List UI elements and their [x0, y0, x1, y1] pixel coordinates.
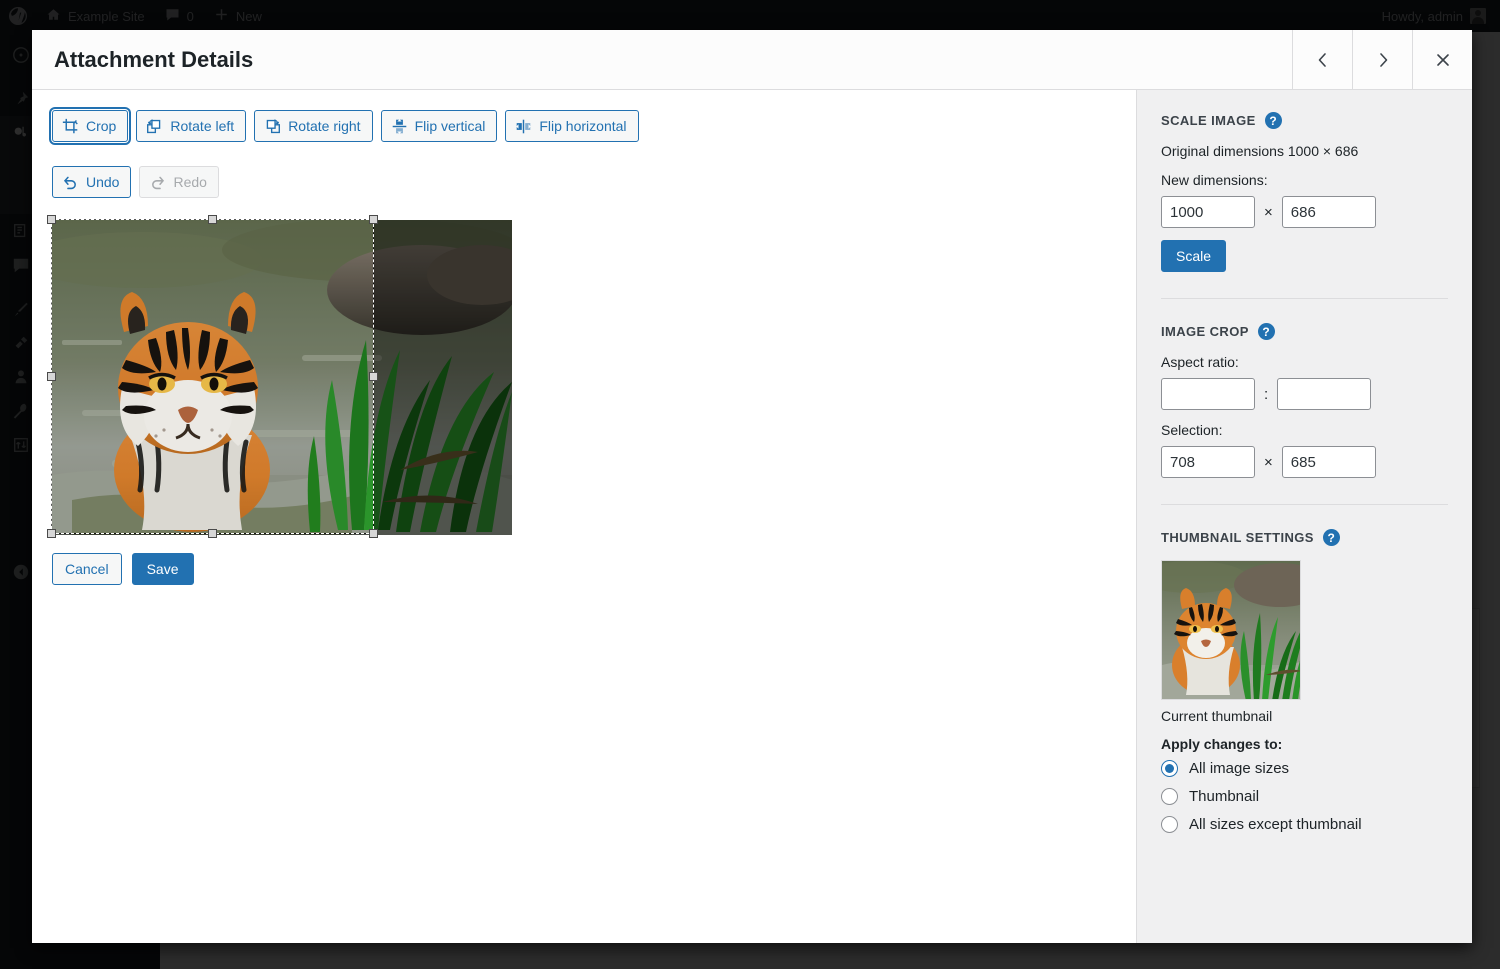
undo-button[interactable]: Undo — [52, 166, 132, 198]
help-icon[interactable]: ? — [1257, 323, 1275, 340]
radio-all-image-sizes[interactable]: All image sizes — [1161, 760, 1448, 777]
save-button[interactable]: Save — [131, 553, 194, 585]
chevron-right-icon — [1379, 52, 1387, 67]
crop-handle-w[interactable] — [47, 371, 56, 381]
scale-image-heading-label: SCALE IMAGE — [1161, 113, 1256, 128]
scale-button[interactable]: Scale — [1161, 240, 1227, 272]
radio-label: All image sizes — [1189, 760, 1290, 777]
radio-label: All sizes except thumbnail — [1189, 816, 1362, 833]
divider — [1161, 298, 1448, 299]
radio-all-sizes-except-thumbnail[interactable]: All sizes except thumbnail — [1161, 816, 1448, 833]
redo-button-label: Redo — [173, 174, 207, 190]
apply-changes-label: Apply changes to: — [1161, 736, 1283, 752]
flip-horizontal-button[interactable]: Flip horizontal — [505, 110, 639, 142]
undo-button-label: Undo — [86, 174, 120, 190]
rotate-left-button[interactable]: Rotate left — [136, 110, 247, 142]
radio-indicator[interactable] — [1161, 760, 1178, 777]
radio-indicator[interactable] — [1161, 788, 1178, 805]
crop-selection-box[interactable] — [47, 215, 378, 538]
thumbnail-settings-heading: THUMBNAIL SETTINGS ? — [1161, 529, 1448, 546]
scale-separator: × — [1264, 203, 1273, 221]
radio-thumbnail[interactable]: Thumbnail — [1161, 788, 1448, 805]
crop-handle-se[interactable] — [369, 529, 378, 538]
attachment-details-modal: Attachment Details Crop Rotate left Rota… — [32, 30, 1472, 943]
selection-height-input[interactable] — [1281, 446, 1376, 478]
modal-body: Crop Rotate left Rotate right Flip verti… — [32, 90, 1472, 943]
help-icon[interactable]: ? — [1322, 529, 1340, 546]
image-settings-pane: SCALE IMAGE ? Original dimensions 1000 ×… — [1136, 90, 1472, 943]
crop-button[interactable]: Crop — [52, 110, 129, 142]
thumbnail-tiger-image — [1162, 561, 1300, 699]
chevron-left-icon — [1318, 52, 1326, 67]
scale-width-input[interactable] — [1161, 196, 1255, 228]
radio-indicator[interactable] — [1161, 816, 1178, 833]
image-crop-heading-label: IMAGE CROP — [1161, 324, 1249, 339]
close-icon — [1436, 53, 1449, 66]
rotate-left-icon — [147, 119, 161, 133]
scale-height-input[interactable] — [1281, 196, 1376, 228]
crop-handle-e[interactable] — [369, 371, 378, 381]
divider — [1161, 504, 1448, 505]
image-editor-pane: Crop Rotate left Rotate right Flip verti… — [32, 90, 1136, 943]
radio-label: Thumbnail — [1189, 788, 1260, 805]
flip-horizontal-label: Flip horizontal — [539, 118, 627, 134]
previous-media-button[interactable] — [1292, 30, 1352, 89]
image-editor-toolbar: Crop Rotate left Rotate right Flip verti… — [52, 110, 812, 198]
new-dimensions-label: New dimensions: — [1161, 172, 1268, 188]
crop-handle-nw[interactable] — [47, 215, 56, 224]
crop-handle-n[interactable] — [207, 215, 217, 224]
selection-width-input[interactable] — [1161, 446, 1255, 478]
rotate-right-icon — [266, 119, 281, 133]
next-media-button[interactable] — [1352, 30, 1412, 89]
aspect-ratio-width-input[interactable] — [1161, 378, 1255, 410]
aspect-separator: : — [1264, 385, 1269, 403]
image-crop-heading: IMAGE CROP ? — [1161, 323, 1448, 340]
crop-icon — [62, 118, 78, 133]
current-thumbnail-preview — [1161, 560, 1301, 700]
aspect-ratio-label: Aspect ratio: — [1161, 354, 1239, 370]
redo-button: Redo — [139, 166, 219, 198]
redo-icon — [152, 176, 165, 189]
rotate-right-label: Rotate right — [288, 118, 361, 134]
original-dimensions-text: Original dimensions 1000 × 686 — [1161, 143, 1359, 159]
selection-label: Selection: — [1161, 422, 1223, 438]
crop-handle-sw[interactable] — [47, 529, 56, 538]
editor-actions: Cancel Save — [52, 553, 1116, 585]
image-crop-stage[interactable] — [47, 215, 512, 538]
crop-button-label: Crop — [86, 118, 117, 134]
rotate-right-button[interactable]: Rotate right — [254, 110, 373, 142]
close-modal-button[interactable] — [1412, 30, 1472, 89]
modal-header: Attachment Details — [32, 30, 1472, 90]
flip-vertical-button[interactable]: Flip vertical — [380, 110, 498, 142]
page-title: Attachment Details — [54, 46, 254, 72]
thumbnail-caption: Current thumbnail — [1161, 708, 1273, 724]
undo-icon — [63, 176, 76, 189]
scale-dimensions-row: × — [1161, 196, 1448, 228]
flip-vertical-label: Flip vertical — [414, 118, 486, 134]
crop-handle-s[interactable] — [207, 529, 217, 538]
help-icon[interactable]: ? — [1264, 112, 1282, 129]
scale-image-heading: SCALE IMAGE ? — [1161, 112, 1448, 129]
rotate-left-label: Rotate left — [170, 118, 235, 134]
crop-handle-ne[interactable] — [369, 215, 378, 224]
flip-vertical-icon — [392, 118, 406, 134]
flip-horizontal-icon — [516, 119, 532, 133]
aspect-ratio-height-input[interactable] — [1277, 378, 1372, 410]
aspect-ratio-row: : — [1161, 378, 1448, 410]
selection-separator: × — [1264, 453, 1273, 471]
thumbnail-settings-heading-label: THUMBNAIL SETTINGS — [1161, 530, 1314, 545]
cancel-button[interactable]: Cancel — [52, 553, 122, 585]
selection-row: × — [1161, 446, 1448, 478]
